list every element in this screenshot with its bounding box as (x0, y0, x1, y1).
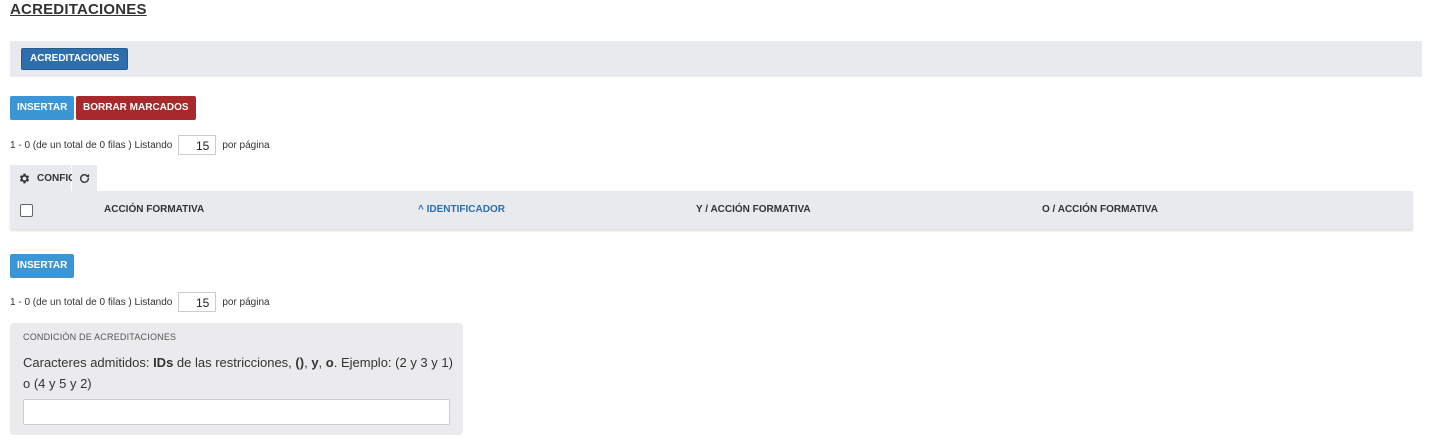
per-page-input[interactable]: 15 (178, 292, 217, 312)
condition-description: Caracteres admitidos: IDs de las restric… (23, 355, 453, 391)
delete-marked-button[interactable]: BORRAR MARCADOS (76, 96, 196, 120)
column-y-accion-formativa[interactable]: Y / ACCIÓN FORMATIVA (696, 191, 811, 229)
column-o-accion-formativa[interactable]: O / ACCIÓN FORMATIVA (1042, 191, 1158, 229)
select-all-checkbox[interactable] (20, 204, 33, 217)
per-page-input[interactable]: 15 (178, 135, 217, 155)
table-toolbar: CONFIG (10, 165, 98, 191)
gear-icon (18, 172, 31, 185)
config-button[interactable]: CONFIG (10, 165, 76, 191)
column-accion-formativa[interactable]: ACCIÓN FORMATIVA (104, 191, 204, 229)
insert-button[interactable]: INSERTAR (10, 96, 75, 120)
tab-bar: ACREDITACIONES (10, 41, 1422, 77)
insert-button-bottom[interactable]: INSERTAR (10, 254, 75, 278)
condition-panel: CONDICIÓN DE ACREDITACIONES Caracteres a… (10, 323, 463, 435)
per-page-suffix: por página (222, 139, 270, 151)
condition-title: CONDICIÓN DE ACREDITACIONES (23, 332, 177, 342)
refresh-icon (78, 172, 91, 185)
pager-bottom: 1 - 0 (de un total de 0 filas ) Listando… (10, 291, 270, 313)
pager-summary: 1 - 0 (de un total de 0 filas ) Listando (10, 139, 173, 151)
pager-summary: 1 - 0 (de un total de 0 filas ) Listando (10, 296, 173, 308)
per-page-suffix: por página (222, 296, 270, 308)
condition-input[interactable] (23, 399, 450, 425)
column-identificador[interactable]: ^ IDENTIFICADOR (418, 191, 505, 229)
pager-top: 1 - 0 (de un total de 0 filas ) Listando… (10, 134, 270, 156)
table-header: ACCIÓN FORMATIVA ^ IDENTIFICADOR Y / ACC… (10, 191, 1413, 229)
page-title: ACREDITACIONES (10, 1, 147, 18)
tab-acreditaciones[interactable]: ACREDITACIONES (21, 48, 129, 70)
refresh-button[interactable] (72, 165, 98, 191)
config-label: CONFIG (37, 172, 76, 184)
